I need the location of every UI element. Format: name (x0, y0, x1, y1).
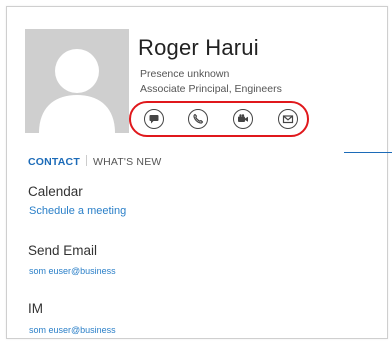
avatar-placeholder-icon (25, 29, 129, 133)
calendar-label: Calendar (28, 184, 83, 199)
email-icon (282, 115, 294, 124)
im-label: IM (28, 301, 43, 316)
email-address-link[interactable]: som euser@business (29, 266, 116, 276)
tab-divider (85, 155, 87, 166)
tab-whats-new[interactable]: WHAT'S NEW (93, 156, 162, 168)
card-tabs: CONTACT WHAT'S NEW (28, 155, 162, 168)
video-call-button[interactable] (233, 109, 253, 129)
contact-card: Roger Harui Presence unknown Associate P… (6, 6, 388, 339)
send-im-button[interactable] (144, 109, 164, 129)
send-email-button[interactable] (278, 109, 298, 129)
avatar (25, 29, 129, 133)
call-button[interactable] (188, 109, 208, 129)
presence-status: Presence unknown (140, 68, 230, 80)
video-icon (238, 114, 248, 122)
schedule-meeting-link[interactable]: Schedule a meeting (29, 205, 126, 217)
tab-indicator-line (344, 152, 392, 153)
send-email-label: Send Email (28, 243, 98, 258)
tab-contact[interactable]: CONTACT (28, 156, 80, 168)
phone-icon (193, 113, 204, 124)
job-title: Associate Principal, Engineers (140, 83, 282, 95)
im-address-link[interactable]: som euser@business (29, 325, 116, 335)
quick-actions-group (129, 101, 309, 137)
chat-icon (149, 115, 159, 124)
contact-name: Roger Harui (138, 35, 259, 60)
